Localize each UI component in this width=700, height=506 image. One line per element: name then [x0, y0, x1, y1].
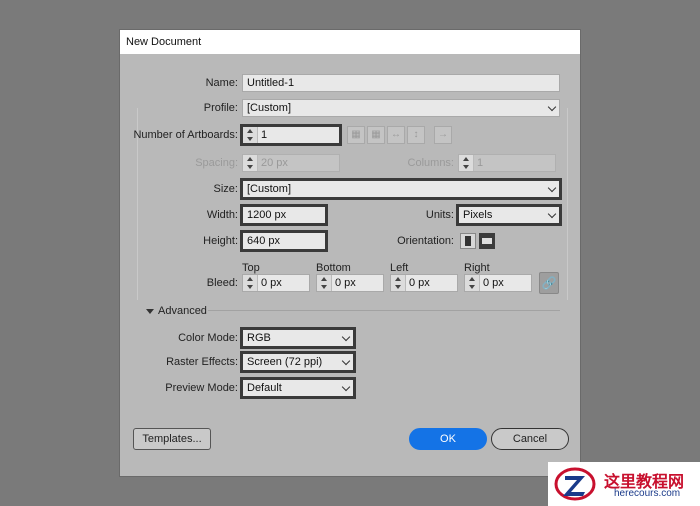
stepper-arrows-icon[interactable]: [243, 127, 258, 143]
portrait-orientation-icon[interactable]: [460, 233, 476, 249]
grid-by-column-icon[interactable]: ▦: [367, 126, 385, 144]
stepper-arrows-icon[interactable]: [459, 155, 474, 171]
profile-group-border-right: [567, 108, 568, 300]
stepper-arrows-icon[interactable]: [465, 275, 480, 291]
dialog-title: New Document: [126, 36, 202, 48]
bleed-right-input[interactable]: 0 px: [464, 274, 532, 292]
columns-label: Columns:: [407, 157, 454, 169]
cancel-button[interactable]: Cancel: [491, 428, 569, 450]
units-label: Units:: [425, 209, 454, 221]
stepper-arrows-icon[interactable]: [391, 275, 406, 291]
landscape-orientation-icon[interactable]: [479, 233, 495, 249]
layout-direction-icon[interactable]: →: [434, 126, 452, 144]
spacing-value: 20 px: [261, 157, 288, 169]
link-bleed-icon[interactable]: 🔗: [539, 272, 559, 294]
grid-by-row-icon[interactable]: ▦: [347, 126, 365, 144]
width-label: Width:: [206, 209, 238, 221]
stepper-arrows-icon[interactable]: [243, 275, 258, 291]
stepper-arrows-icon[interactable]: [243, 155, 258, 171]
bleed-bottom-label: Bottom: [316, 262, 351, 274]
stepper-arrows-icon[interactable]: [317, 275, 332, 291]
name-value: Untitled-1: [247, 77, 295, 89]
height-input[interactable]: 640 px: [242, 232, 326, 250]
units-value: Pixels: [463, 209, 493, 221]
ok-button[interactable]: OK: [409, 428, 487, 450]
new-document-dialog: [119, 29, 581, 477]
chevron-down-icon: [547, 183, 557, 193]
templates-button[interactable]: Templates...: [133, 428, 211, 450]
artboards-label: Number of Artboards:: [133, 129, 238, 141]
spacing-input[interactable]: 20 px: [242, 154, 340, 172]
artboards-stepper[interactable]: 1: [242, 126, 340, 144]
width-input[interactable]: 1200 px: [242, 206, 326, 224]
arrange-by-column-icon[interactable]: ↕: [407, 126, 425, 144]
name-label: Name:: [205, 77, 238, 89]
columns-input[interactable]: 1: [458, 154, 556, 172]
units-select[interactable]: Pixels: [458, 206, 560, 224]
width-value: 1200 px: [247, 209, 287, 221]
bleed-bottom-input[interactable]: 0 px: [316, 274, 384, 292]
bleed-top-label: Top: [242, 262, 260, 274]
bleed-left-label: Left: [390, 262, 409, 274]
columns-value: 1: [477, 157, 484, 169]
bleed-left-input[interactable]: 0 px: [390, 274, 458, 292]
height-label: Height:: [203, 235, 238, 247]
advanced-toggle[interactable]: Advanced: [158, 304, 207, 318]
chevron-down-icon: [341, 332, 351, 342]
size-value: [Custom]: [247, 183, 292, 195]
color-mode-select[interactable]: RGB: [242, 329, 354, 347]
chevron-down-icon: [341, 356, 351, 366]
raster-effects-select[interactable]: Screen (72 ppi): [242, 353, 354, 371]
watermark-url: herecours.com: [614, 488, 681, 499]
artboards-value: 1: [261, 129, 268, 141]
bleed-right-label: Right: [464, 262, 490, 274]
watermark-logo-icon: [554, 467, 596, 501]
disclosure-triangle-icon[interactable]: [146, 309, 154, 314]
bleed-top-input[interactable]: 0 px: [242, 274, 310, 292]
spacing-label: Spacing:: [195, 157, 238, 169]
chevron-down-icon: [341, 382, 351, 392]
name-input[interactable]: Untitled-1: [242, 74, 560, 92]
profile-value: [Custom]: [247, 102, 292, 114]
profile-select[interactable]: [Custom]: [242, 99, 560, 117]
preview-mode-select[interactable]: Default: [242, 379, 354, 397]
preview-mode-label: Preview Mode:: [165, 382, 238, 394]
height-value: 640 px: [247, 235, 281, 247]
chevron-down-icon: [547, 102, 557, 112]
color-mode-label: Color Mode:: [178, 332, 238, 344]
advanced-divider: [208, 310, 560, 311]
orientation-label: Orientation:: [397, 235, 454, 247]
profile-label: Profile:: [203, 102, 238, 114]
bleed-label: Bleed:: [206, 277, 238, 289]
arrange-by-row-icon[interactable]: ↔: [387, 126, 405, 144]
size-select[interactable]: [Custom]: [242, 180, 560, 198]
chevron-down-icon: [547, 209, 557, 219]
raster-effects-label: Raster Effects:: [166, 356, 238, 368]
size-label: Size:: [213, 183, 238, 195]
